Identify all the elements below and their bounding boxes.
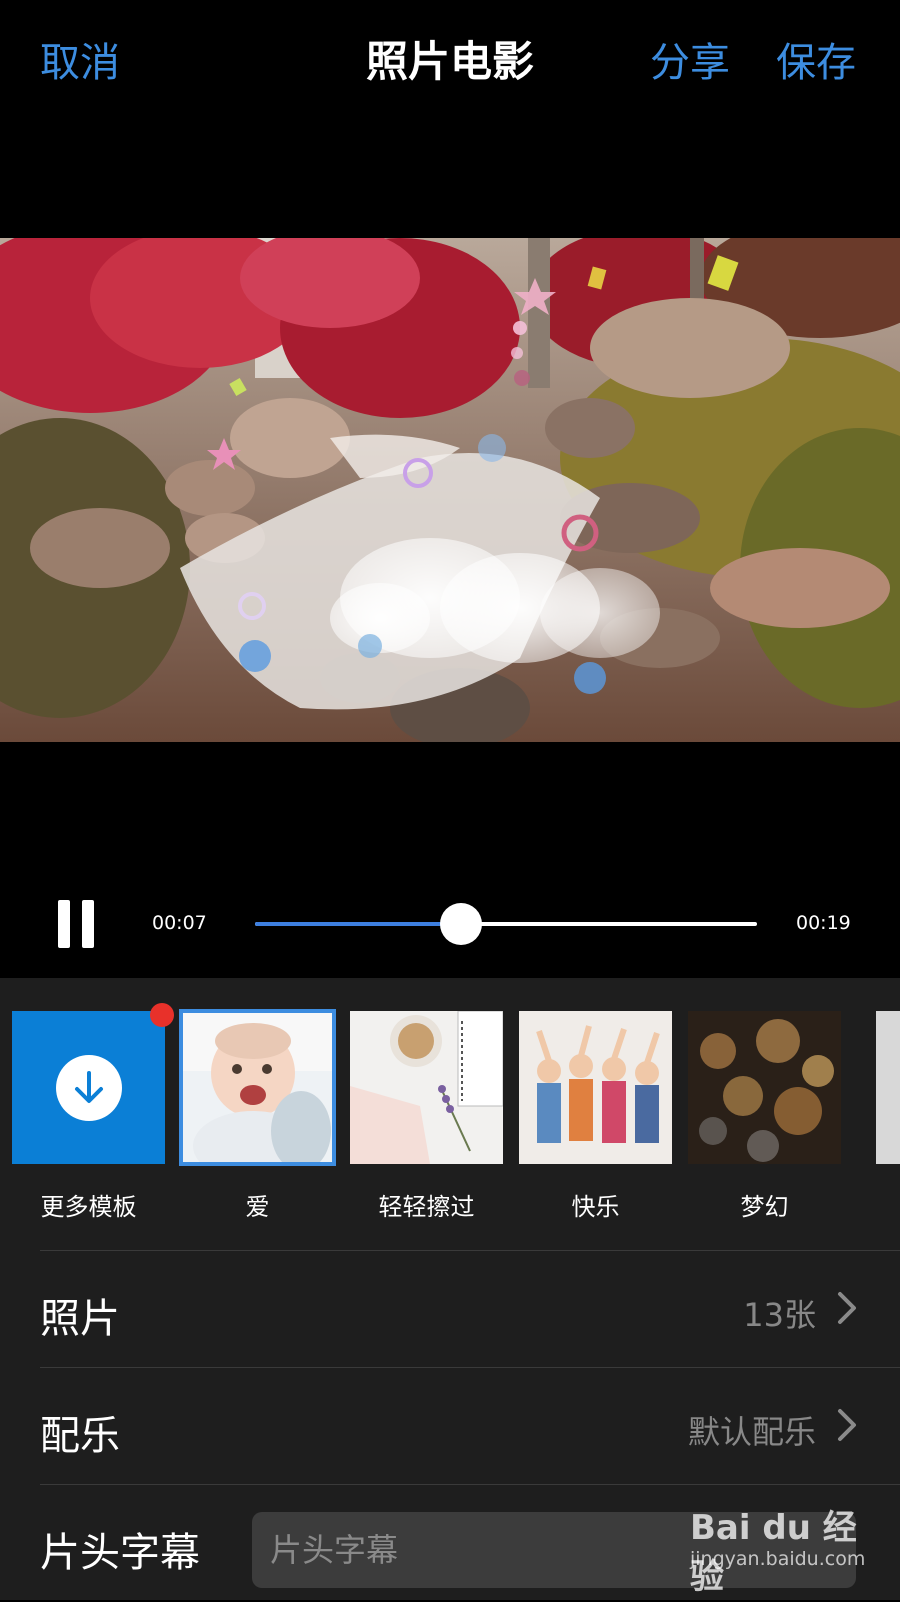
- share-button[interactable]: 分享: [650, 30, 730, 88]
- photos-row[interactable]: 照片 13张: [0, 1252, 900, 1368]
- template-dreamy[interactable]: 梦幻: [688, 1011, 841, 1221]
- template-label: 梦幻: [740, 1193, 789, 1221]
- playback-controls: 00:07 00:19: [0, 880, 900, 960]
- template-thumbnail: [519, 1011, 672, 1164]
- template-label: 更多模板: [40, 1193, 137, 1221]
- divider: [40, 1367, 900, 1368]
- page-title: 照片电影: [365, 37, 534, 86]
- divider: [40, 1250, 900, 1251]
- template-thumbnail: [876, 1011, 900, 1164]
- current-time: 00:07: [152, 912, 207, 934]
- photos-count: 13张: [743, 1296, 816, 1334]
- pause-button[interactable]: [56, 900, 96, 948]
- progress-thumb[interactable]: [439, 903, 482, 945]
- template-strip[interactable]: 更多模板 爱 轻轻擦过 快乐 梦幻: [0, 978, 900, 1228]
- chevron-right-icon: [838, 1409, 856, 1441]
- photos-label: 照片: [40, 1296, 120, 1342]
- new-badge: [150, 1003, 174, 1027]
- template-thumbnail: [350, 1011, 503, 1164]
- template-more[interactable]: 更多模板: [12, 1011, 165, 1221]
- template-thumbnail: [688, 1011, 841, 1164]
- template-next-partial[interactable]: [876, 1011, 900, 1164]
- top-bar: 取消 照片电影 分享 保存: [0, 0, 900, 120]
- caption-input[interactable]: [252, 1512, 856, 1588]
- template-thumbnail: [179, 1009, 336, 1166]
- video-frame-image: [0, 238, 900, 742]
- caption-row: 片头字幕: [0, 1486, 900, 1602]
- template-label: 爱: [245, 1193, 270, 1221]
- caption-label: 片头字幕: [40, 1530, 200, 1576]
- progress-fill: [255, 922, 461, 926]
- pause-icon: [58, 900, 70, 948]
- save-button[interactable]: 保存: [776, 30, 856, 88]
- chevron-right-icon: [838, 1292, 856, 1324]
- music-row[interactable]: 配乐 默认配乐: [0, 1369, 900, 1485]
- template-happy[interactable]: 快乐: [519, 1011, 672, 1221]
- download-icon: [56, 1055, 122, 1121]
- template-gently[interactable]: 轻轻擦过: [350, 1011, 503, 1221]
- total-time: 00:19: [796, 912, 851, 934]
- music-value: 默认配乐: [687, 1413, 816, 1451]
- pause-icon: [82, 900, 94, 948]
- edit-panel: 更多模板 爱 轻轻擦过 快乐 梦幻 照片 13张 配乐 默认配乐 片头字幕 片头…: [0, 978, 900, 1600]
- more-templates-tile[interactable]: [12, 1011, 165, 1164]
- divider: [40, 1484, 900, 1485]
- music-label: 配乐: [40, 1413, 120, 1459]
- template-love[interactable]: 爱: [179, 1009, 336, 1221]
- template-label: 快乐: [571, 1193, 620, 1221]
- template-label: 轻轻擦过: [378, 1193, 475, 1221]
- video-preview[interactable]: [0, 238, 900, 742]
- progress-slider[interactable]: [255, 903, 757, 945]
